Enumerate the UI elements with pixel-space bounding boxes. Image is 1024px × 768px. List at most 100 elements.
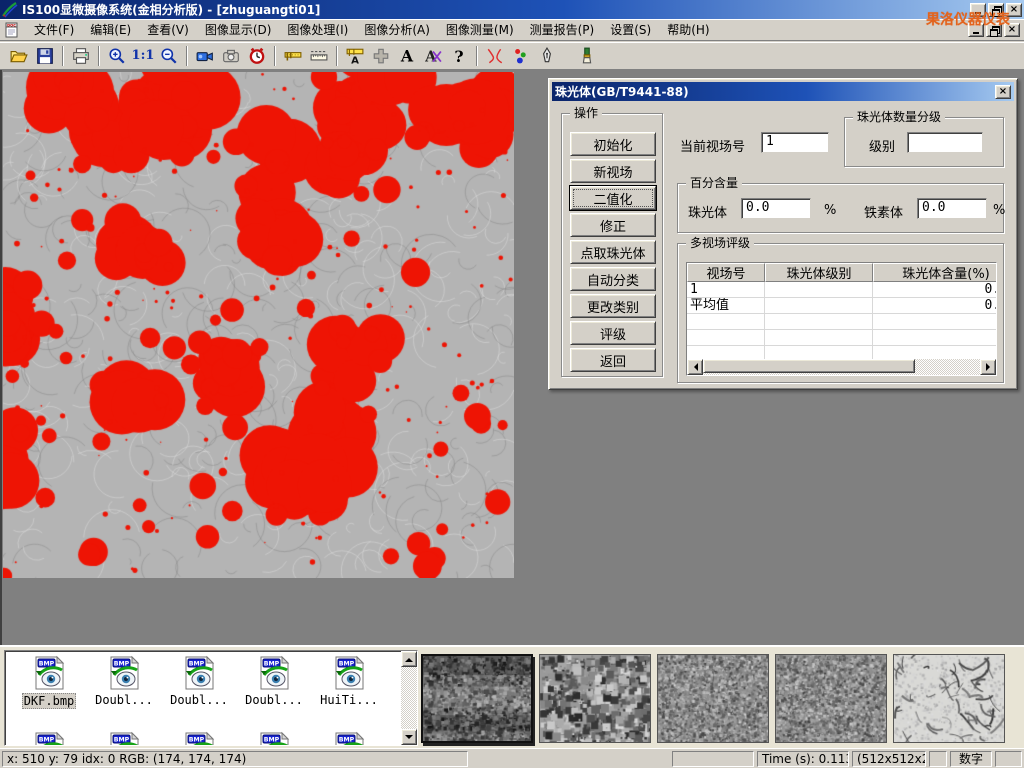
scroll-right-button[interactable] bbox=[980, 359, 996, 375]
thumbnail-4[interactable] bbox=[775, 654, 887, 743]
menu-image-measure[interactable]: 图像测量(M) bbox=[438, 19, 522, 40]
binarize-button[interactable]: 二值化 bbox=[570, 186, 656, 210]
dimensions-panel: (512x512x24) bbox=[852, 751, 926, 767]
actual-size-button[interactable]: 1:1 bbox=[130, 44, 156, 68]
open-file-button[interactable] bbox=[6, 44, 32, 68]
crosshair-button[interactable] bbox=[368, 44, 394, 68]
empty-panel bbox=[929, 751, 947, 767]
table-row-empty bbox=[687, 314, 996, 330]
file-item[interactable]: BMP Doubl... bbox=[163, 655, 235, 707]
table-row-empty bbox=[687, 330, 996, 346]
save-button[interactable] bbox=[32, 44, 58, 68]
file-name: DKF.bmp bbox=[22, 693, 77, 709]
scroll-down-button[interactable] bbox=[401, 729, 417, 745]
file-name: Doubl... bbox=[244, 693, 304, 707]
current-field-label: 当前视场号 bbox=[680, 136, 745, 155]
menu-image-display[interactable]: 图像显示(D) bbox=[197, 19, 280, 40]
new-field-button[interactable]: 新视场 bbox=[570, 159, 656, 183]
grade-input[interactable] bbox=[907, 132, 983, 153]
auto-classify-button[interactable]: 自动分类 bbox=[570, 267, 656, 291]
file-item[interactable]: BMP DKF.bmp bbox=[13, 655, 85, 709]
thumbnail-2[interactable] bbox=[539, 654, 651, 743]
menu-image-analysis[interactable]: 图像分析(A) bbox=[356, 19, 438, 40]
file-item[interactable]: BMP bbox=[13, 731, 85, 746]
scroll-up-button[interactable] bbox=[401, 651, 417, 667]
curve-tool-button[interactable] bbox=[482, 44, 508, 68]
menu-measure-report[interactable]: 测量报告(P) bbox=[522, 19, 603, 40]
bmp-file-icon: BMP bbox=[106, 655, 142, 691]
video-capture-button[interactable] bbox=[192, 44, 218, 68]
file-item[interactable]: BMP bbox=[163, 731, 235, 746]
camera-capture-button[interactable] bbox=[218, 44, 244, 68]
table-row[interactable]: 平均值 0.0 bbox=[687, 298, 996, 314]
menu-help[interactable]: 帮助(H) bbox=[659, 19, 717, 40]
current-field-input[interactable]: 1 bbox=[761, 132, 829, 153]
rating-table-header: 视场号 珠光体级别 珠光体含量(%) 铁素体含量(%) bbox=[687, 263, 996, 282]
timer-button[interactable] bbox=[244, 44, 270, 68]
text-annotation-button[interactable]: A bbox=[394, 44, 420, 68]
zoom-in-button[interactable] bbox=[104, 44, 130, 68]
file-item[interactable]: BMP Doubl... bbox=[238, 655, 310, 707]
menu-view[interactable]: 查看(V) bbox=[139, 19, 197, 40]
menu-settings[interactable]: 设置(S) bbox=[602, 19, 659, 40]
thumbnail-5[interactable] bbox=[893, 654, 1005, 743]
text-delete-button[interactable]: A bbox=[420, 44, 446, 68]
measure-text-button[interactable]: A bbox=[342, 44, 368, 68]
cell-field: 1 bbox=[687, 282, 765, 297]
ferrite-label: 铁素体 bbox=[864, 202, 903, 221]
bmp-file-icon: BMP bbox=[331, 731, 367, 746]
menu-bar: DOC 文件(F) 编辑(E) 查看(V) 图像显示(D) 图像处理(I) 图像… bbox=[0, 19, 1024, 41]
scrollbar-thumb[interactable] bbox=[703, 359, 915, 373]
col-field-number[interactable]: 视场号 bbox=[687, 263, 765, 282]
time-panel: Time (s): 0.113 bbox=[757, 751, 849, 767]
app-logo-icon bbox=[2, 2, 18, 18]
caliper-button[interactable] bbox=[280, 44, 306, 68]
rate-button[interactable]: 评级 bbox=[570, 321, 656, 345]
dialog-close-button[interactable]: × bbox=[995, 85, 1011, 99]
brush-tool-button[interactable] bbox=[574, 44, 600, 68]
pick-pearlite-button[interactable]: 点取珠光体 bbox=[570, 240, 656, 264]
table-row[interactable]: 1 0.0 bbox=[687, 282, 996, 298]
menu-edit[interactable]: 编辑(E) bbox=[82, 19, 139, 40]
curve-tool-icon bbox=[486, 47, 504, 65]
bmp-file-icon: BMP bbox=[106, 731, 142, 746]
document-icon: DOC bbox=[4, 22, 20, 38]
text-delete-icon: A bbox=[424, 47, 442, 65]
dialog-title: 珠光体(GB/T9441-88) bbox=[555, 83, 689, 100]
menu-image-process[interactable]: 图像处理(I) bbox=[279, 19, 356, 40]
pearlite-percent-input[interactable]: 0.0 bbox=[741, 198, 811, 219]
col-pearlite-grade[interactable]: 珠光体级别 bbox=[765, 263, 873, 282]
title-bar[interactable]: IS100显微摄像系统(金相分析版) - [zhuguangti01] × bbox=[0, 0, 1024, 19]
micrograph-image[interactable] bbox=[3, 72, 514, 578]
dialog-title-bar[interactable]: 珠光体(GB/T9441-88) × bbox=[552, 82, 1014, 101]
menu-file[interactable]: 文件(F) bbox=[26, 19, 82, 40]
bmp-file-icon: BMP bbox=[256, 731, 292, 746]
file-item[interactable]: BMP bbox=[313, 731, 385, 746]
table-horizontal-scrollbar[interactable] bbox=[687, 359, 996, 375]
ruler-button[interactable] bbox=[306, 44, 332, 68]
thumbnail-1[interactable] bbox=[421, 654, 533, 743]
pen-tool-button[interactable] bbox=[534, 44, 560, 68]
help-button[interactable]: ? bbox=[446, 44, 472, 68]
ferrite-percent-input[interactable]: 0.0 bbox=[917, 198, 987, 219]
zoom-out-button[interactable] bbox=[156, 44, 182, 68]
file-list-scrollbar[interactable] bbox=[401, 651, 417, 745]
open-file-icon bbox=[10, 47, 28, 65]
file-item[interactable]: BMP bbox=[238, 731, 310, 746]
change-class-button[interactable]: 更改类别 bbox=[570, 294, 656, 318]
file-item[interactable]: BMP bbox=[88, 731, 160, 746]
window-title: IS100显微摄像系统(金相分析版) - [zhuguangti01] bbox=[22, 1, 320, 18]
actual-size-label: 1:1 bbox=[132, 48, 155, 63]
file-item[interactable]: BMP Doubl... bbox=[88, 655, 160, 707]
init-button[interactable]: 初始化 bbox=[570, 132, 656, 156]
file-name: HuiTi... bbox=[319, 693, 379, 707]
print-button[interactable] bbox=[68, 44, 94, 68]
toolbar-separator bbox=[476, 46, 478, 66]
return-button[interactable]: 返回 bbox=[570, 348, 656, 372]
file-item[interactable]: BMP HuiTi... bbox=[313, 655, 385, 707]
correct-button[interactable]: 修正 bbox=[570, 213, 656, 237]
particle-classify-button[interactable] bbox=[508, 44, 534, 68]
col-pearlite-content[interactable]: 珠光体含量(%) bbox=[873, 263, 997, 282]
thumbnail-3[interactable] bbox=[657, 654, 769, 743]
scroll-left-button[interactable] bbox=[687, 359, 703, 375]
